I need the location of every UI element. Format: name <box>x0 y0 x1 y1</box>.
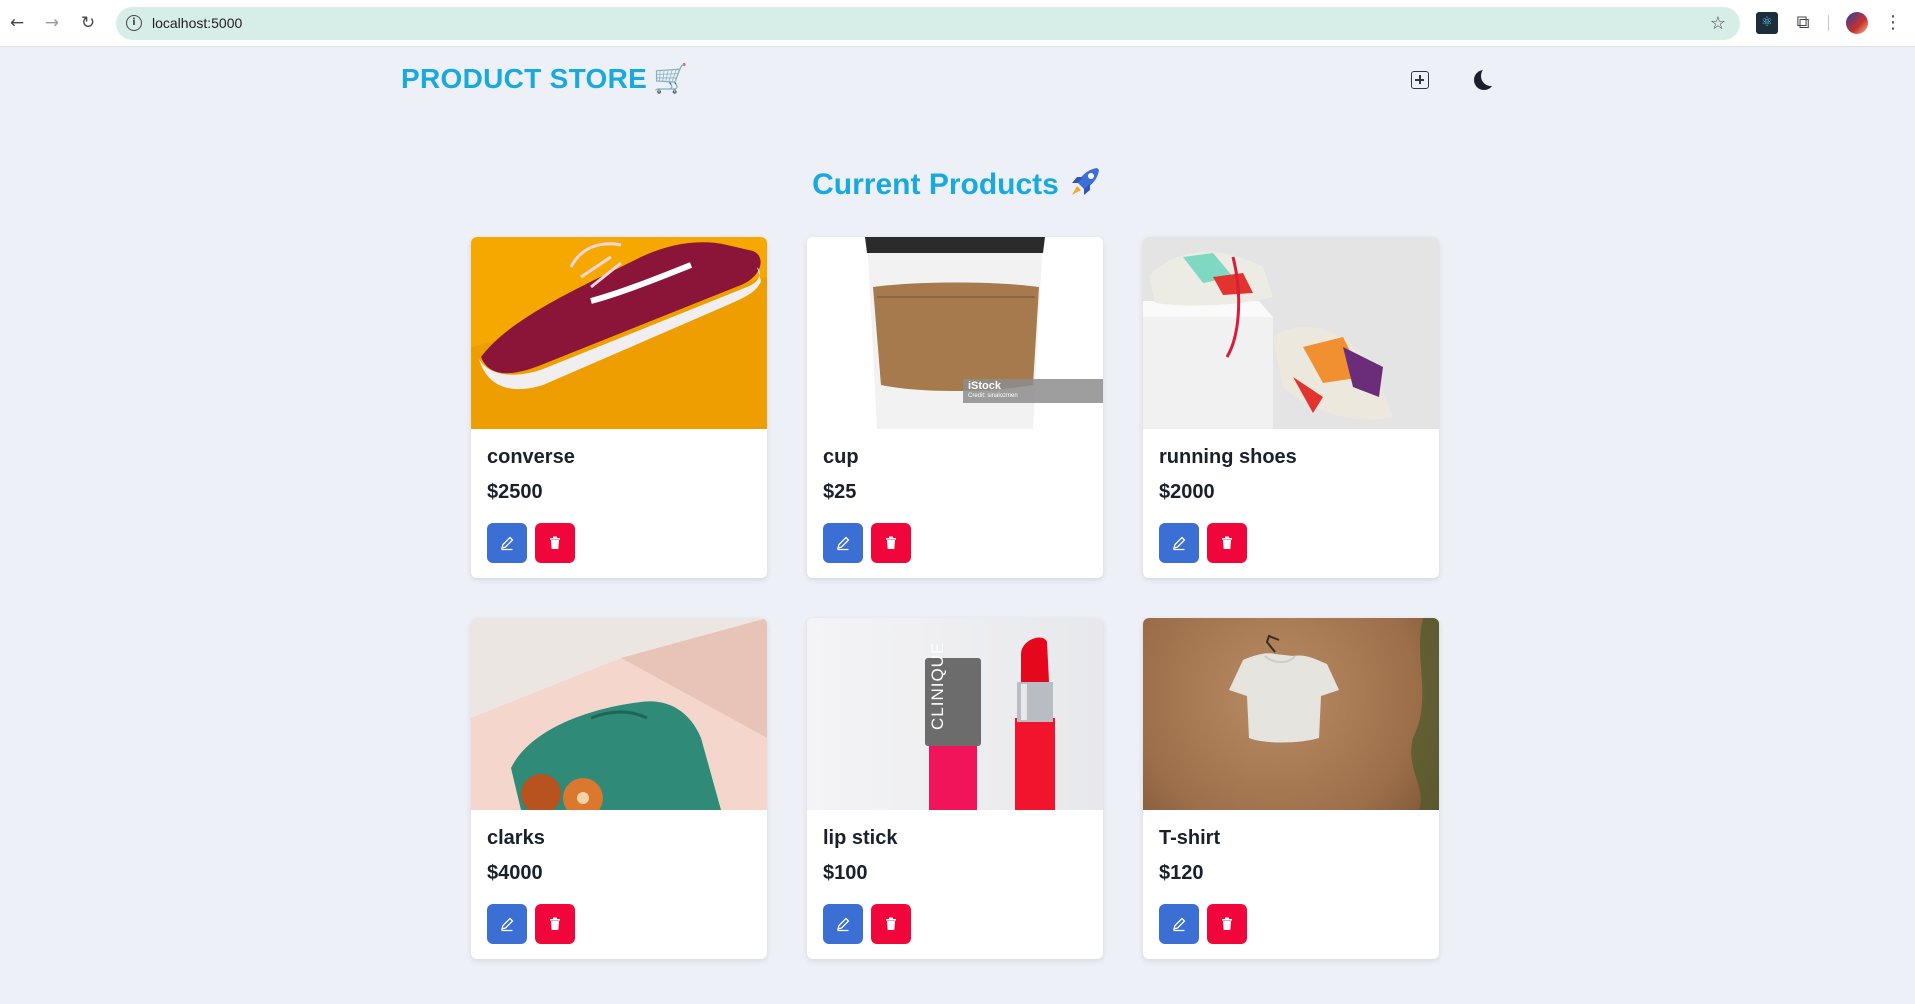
pencil-icon <box>837 917 850 932</box>
page-title: Current Products <box>0 164 1915 202</box>
product-price: $100 <box>823 862 868 884</box>
clinique-brand-text: CLINIQUE <box>928 641 947 730</box>
plus-square-icon <box>1411 71 1429 89</box>
product-name: cup <box>823 446 859 468</box>
toolbar-divider <box>1828 15 1829 31</box>
shopping-cart-icon: 🛒 <box>653 62 689 95</box>
product-card: T-shirt $120 <box>1143 618 1439 959</box>
product-image-t-shirt <box>1143 618 1439 810</box>
product-card: iStock Credit: sinalozmen cup $25 <box>807 237 1103 578</box>
pencil-icon <box>837 536 850 551</box>
theme-toggle-button[interactable] <box>1465 62 1501 98</box>
product-card: running shoes $2000 <box>1143 237 1439 578</box>
pencil-icon <box>501 536 514 551</box>
delete-product-button[interactable] <box>1207 904 1247 944</box>
pencil-icon <box>501 917 514 932</box>
product-grid: converse $2500 iStock Credit: sinalozmen… <box>471 237 1439 959</box>
product-image-converse <box>471 237 767 429</box>
product-name: running shoes <box>1159 446 1297 468</box>
product-card: CLINIQUE lip stick $100 <box>807 618 1103 959</box>
delete-product-button[interactable] <box>535 523 575 563</box>
edit-product-button[interactable] <box>487 904 527 944</box>
image-credit-text: Credit: sinalozmen <box>968 393 1018 399</box>
product-name: clarks <box>487 827 545 849</box>
reload-icon[interactable]: ↻ <box>77 12 99 34</box>
trash-icon <box>550 917 560 930</box>
trash-icon <box>886 917 896 930</box>
product-price: $4000 <box>487 862 543 884</box>
site-info-icon[interactable]: i <box>126 15 142 31</box>
trash-icon <box>550 536 560 549</box>
product-card: clarks $4000 <box>471 618 767 959</box>
browser-menu-icon[interactable]: ⋮ <box>1884 12 1902 34</box>
product-name: lip stick <box>823 827 898 849</box>
extensions-puzzle-icon[interactable]: ⧉ <box>1792 12 1814 34</box>
edit-product-button[interactable] <box>1159 904 1199 944</box>
product-name: T-shirt <box>1159 827 1221 849</box>
react-devtools-extension-icon[interactable]: ⚛ <box>1756 12 1778 34</box>
trash-icon <box>1222 917 1232 930</box>
add-product-button[interactable] <box>1402 62 1438 98</box>
trash-icon <box>886 536 896 549</box>
product-image-clarks <box>471 618 767 810</box>
forward-arrow-icon[interactable]: → <box>41 12 63 34</box>
store-logo-text[interactable]: PRODUCT STORE <box>401 63 647 94</box>
trash-icon <box>1222 536 1232 549</box>
product-image-running-shoes <box>1143 237 1439 429</box>
product-price: $25 <box>823 481 857 503</box>
pencil-icon <box>1173 917 1186 932</box>
address-bar[interactable]: i localhost:5000 ☆ <box>116 7 1740 40</box>
delete-product-button[interactable] <box>1207 523 1247 563</box>
moon-icon <box>1474 66 1501 90</box>
delete-product-button[interactable] <box>535 904 575 944</box>
store-logo[interactable]: PRODUCT STORE 🛒 <box>401 62 688 95</box>
bookmark-star-icon[interactable]: ☆ <box>1710 13 1726 34</box>
edit-product-button[interactable] <box>823 904 863 944</box>
edit-product-button[interactable] <box>1159 523 1199 563</box>
url-text[interactable]: localhost:5000 <box>152 15 242 31</box>
profile-avatar[interactable] <box>1846 12 1868 34</box>
product-image-cup: iStock Credit: sinalozmen <box>807 237 1103 429</box>
product-card: converse $2500 <box>471 237 767 578</box>
delete-product-button[interactable] <box>871 523 911 563</box>
product-price: $2500 <box>487 481 543 503</box>
browser-toolbar: ← → ↻ i localhost:5000 ☆ ⚛ ⧉ ⋮ <box>0 0 1915 47</box>
rocket-icon <box>1071 168 1099 195</box>
product-name: converse <box>487 446 575 468</box>
edit-product-button[interactable] <box>487 523 527 563</box>
istock-watermark: iStock <box>968 380 1002 392</box>
back-arrow-icon[interactable]: ← <box>6 12 28 34</box>
delete-product-button[interactable] <box>871 904 911 944</box>
product-price: $2000 <box>1159 481 1215 503</box>
product-image-lip-stick: CLINIQUE <box>807 618 1103 810</box>
product-price: $120 <box>1159 862 1204 884</box>
pencil-icon <box>1173 536 1186 551</box>
page-title-text: Current Products <box>812 168 1059 201</box>
edit-product-button[interactable] <box>823 523 863 563</box>
